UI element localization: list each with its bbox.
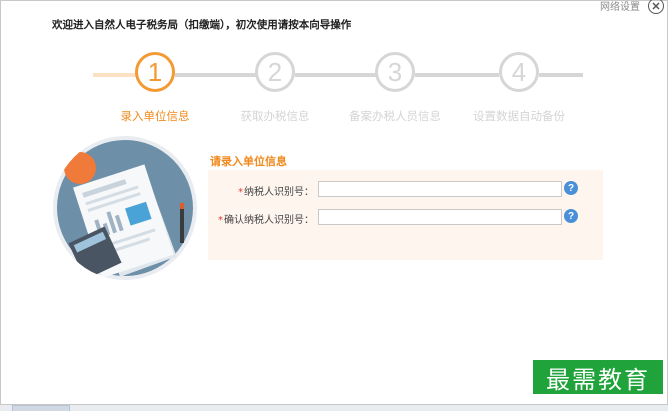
step-3-circle: 3 [375, 52, 415, 92]
step-1-circle: 1 [135, 52, 175, 92]
watermark-logo: 最需教育 [533, 360, 663, 394]
step-connector [539, 73, 583, 77]
step-2-label: 获取办税信息 [240, 109, 310, 123]
step-connector [93, 73, 141, 77]
step-1-label: 录入单位信息 [120, 109, 190, 123]
taxpayer-id-help-icon[interactable]: ? [564, 181, 578, 195]
step-4-label: 设置数据自动备份 [473, 109, 565, 123]
taxpayer-id-label: *纳税人识别号： [238, 187, 314, 198]
document-illustration [53, 136, 197, 280]
taskbar-tab[interactable] [12, 405, 70, 411]
step-connector [295, 73, 379, 77]
close-icon [652, 2, 660, 10]
form-section-title: 请录入单位信息 [210, 155, 287, 168]
step-2-circle: 2 [255, 52, 295, 92]
step-4-circle: 4 [499, 52, 539, 92]
network-settings-link[interactable]: 网络设置 [600, 0, 640, 13]
wizard-stepper: 1 2 3 4 录入单位信息 获取办税信息 备案办税人员信息 设置数据自动备份 [93, 52, 583, 123]
confirm-taxpayer-id-help-icon[interactable]: ? [564, 209, 578, 223]
required-mark: * [218, 215, 223, 226]
step-3-label: 备案办税人员信息 [349, 109, 441, 123]
required-mark: * [238, 187, 243, 198]
confirm-taxpayer-id-label: *确认纳税人识别号： [218, 215, 314, 226]
page-title: 欢迎进入自然人电子税务局（扣缴端），初次使用请按本向导操作 [52, 19, 352, 31]
confirm-taxpayer-id-input[interactable] [318, 209, 562, 225]
taxpayer-id-input[interactable] [318, 181, 562, 197]
step-connector [415, 73, 499, 77]
step-connector [175, 73, 259, 77]
